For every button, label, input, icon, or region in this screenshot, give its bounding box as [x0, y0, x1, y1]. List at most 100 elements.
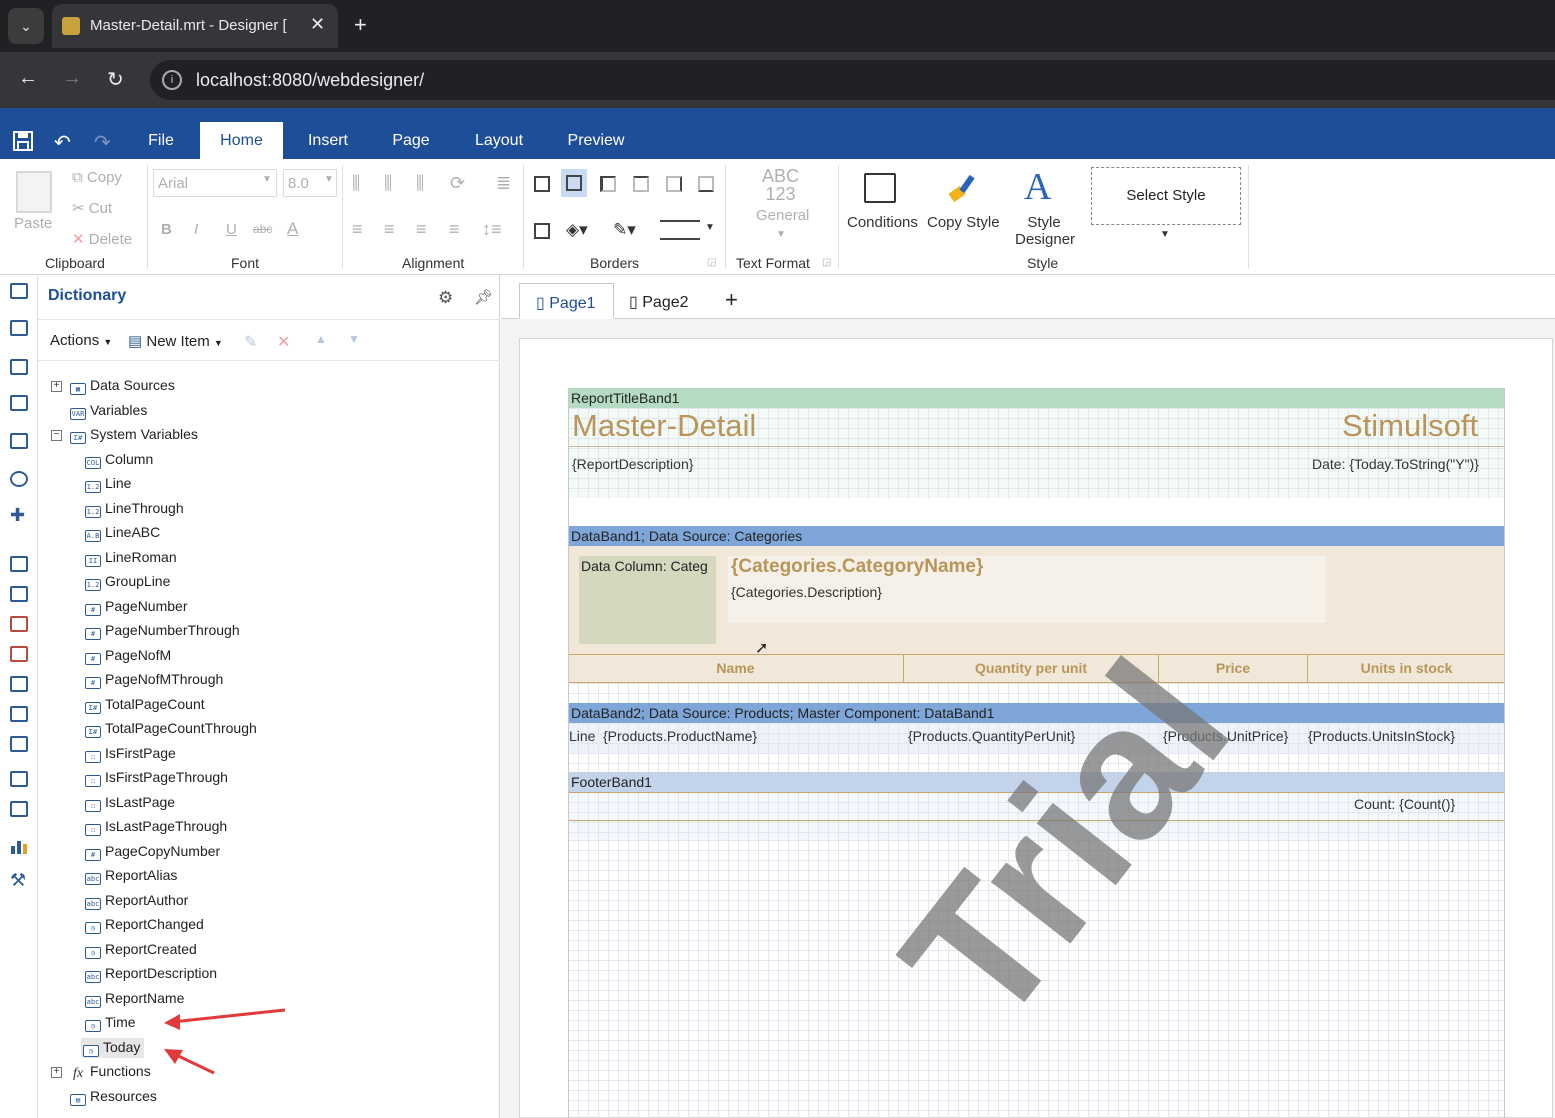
pin-icon[interactable]: 📌︎: [474, 288, 493, 306]
tree-item-linethrough[interactable]: 1.2 LineThrough: [85, 499, 184, 519]
style-designer-button[interactable]: Style Designer: [1015, 214, 1075, 248]
expand-icon[interactable]: +: [51, 1067, 62, 1078]
tree-item-totalpagecountthrough[interactable]: Σ# TotalPageCountThrough: [85, 719, 257, 739]
gear-icon[interactable]: ⚙: [438, 288, 453, 308]
cross-band-icon[interactable]: [10, 433, 28, 449]
border-style-select[interactable]: [660, 220, 700, 240]
tree-item-groupline[interactable]: 1.2 GroupLine: [85, 572, 170, 592]
save-icon[interactable]: [12, 130, 34, 158]
expand-icon[interactable]: +: [51, 381, 62, 392]
dialog-launcher-icon[interactable]: ◲: [822, 257, 831, 268]
font-color-button[interactable]: A: [287, 219, 298, 239]
chevron-down-icon[interactable]: ▼: [1160, 229, 1170, 240]
tab-page[interactable]: Page: [384, 122, 438, 159]
tree-item-line[interactable]: 1.2 Line: [85, 474, 131, 494]
line-spacing-icon[interactable]: ↕≡: [482, 219, 502, 240]
rich-text-icon[interactable]: [10, 586, 28, 602]
category-description-text[interactable]: {Categories.Description}: [731, 584, 882, 600]
tree-item-pagenofmthrough[interactable]: # PageNofMThrough: [85, 670, 223, 690]
reload-icon[interactable]: ↻: [107, 67, 124, 92]
paste-icon[interactable]: [16, 171, 52, 213]
align-bottom-icon[interactable]: ⫼: [416, 173, 424, 194]
border-color-icon[interactable]: ✎▾: [613, 220, 636, 240]
system-text-icon[interactable]: [10, 646, 28, 662]
tree-item-totalpagecount[interactable]: Σ# TotalPageCount: [85, 695, 205, 715]
chevron-down-icon[interactable]: ▼: [776, 229, 786, 240]
chart-icon[interactable]: [10, 838, 28, 854]
tree-item-variables[interactable]: VAR Variables: [70, 401, 147, 421]
address-url[interactable]: localhost:8080/webdesigner/: [196, 70, 424, 91]
tree-item-reportalias[interactable]: abc ReportAlias: [85, 866, 177, 886]
date-text[interactable]: Date: {Today.ToString("Y")}: [1312, 456, 1479, 472]
align-center-icon[interactable]: ≡: [384, 219, 395, 240]
header-band-icon[interactable]: [10, 320, 28, 336]
tab-home[interactable]: Home: [200, 122, 283, 159]
border-all-icon[interactable]: [534, 176, 550, 192]
border-bottom-icon[interactable]: [698, 176, 714, 192]
tree-item-reportauthor[interactable]: abc ReportAuthor: [85, 891, 188, 911]
underline-button[interactable]: U: [226, 221, 237, 238]
rotate-icon[interactable]: ⟳: [450, 173, 465, 194]
text-format-general[interactable]: General: [756, 207, 809, 224]
tree-item-column[interactable]: COL Column: [85, 450, 153, 470]
product-name-field[interactable]: {Products.ProductName}: [603, 728, 757, 744]
site-info-icon[interactable]: i: [162, 70, 182, 90]
word-wrap-icon[interactable]: ≣: [496, 173, 511, 194]
components-icon[interactable]: ✚: [10, 506, 28, 524]
units-in-stock-field[interactable]: {Products.UnitsInStock}: [1308, 728, 1455, 744]
panel-icon[interactable]: [10, 676, 28, 692]
tree-item-reportcreated[interactable]: ◷ ReportCreated: [85, 940, 197, 960]
tree-item-data sources[interactable]: ▦ Data Sources: [70, 376, 175, 396]
align-left-icon[interactable]: ≡: [352, 219, 363, 240]
tree-item-reportchanged[interactable]: ◷ ReportChanged: [85, 915, 204, 935]
tree-item-lineabc[interactable]: A.B LineABC: [85, 523, 160, 543]
bold-button[interactable]: B: [161, 221, 172, 238]
brand-text[interactable]: Stimulsoft: [1342, 408, 1478, 444]
report-description-text[interactable]: {ReportDescription}: [572, 456, 693, 472]
delete-icon[interactable]: ✕: [277, 332, 290, 352]
header-name[interactable]: Name: [568, 655, 904, 683]
align-justify-icon[interactable]: ≡: [449, 219, 460, 240]
close-icon[interactable]: ✕: [310, 14, 325, 35]
header-price[interactable]: Price: [1159, 655, 1308, 683]
tree-item-isfirstpage[interactable]: ☐ IsFirstPage: [85, 744, 176, 764]
report-title-band-icon[interactable]: [10, 283, 28, 299]
border-none-icon[interactable]: [534, 223, 550, 239]
tree-item-time[interactable]: ◷ Time: [85, 1013, 136, 1033]
copy-style-button[interactable]: Copy Style: [927, 214, 1000, 231]
tree-item-lineroman[interactable]: II LineRoman: [85, 548, 177, 568]
header-units[interactable]: Units in stock: [1308, 655, 1505, 683]
move-up-icon[interactable]: ▲: [315, 332, 327, 346]
tree-item-today[interactable]: ◷ Today: [81, 1038, 145, 1058]
border-top-icon[interactable]: [633, 176, 649, 192]
text-box-icon[interactable]: [10, 771, 28, 787]
align-middle-icon[interactable]: ⫼: [384, 173, 392, 194]
select-style-dropdown[interactable]: Select Style: [1091, 167, 1241, 225]
tab-search-button[interactable]: ⌄: [8, 8, 44, 44]
line-field[interactable]: Line: [569, 728, 595, 744]
report-title-band-header[interactable]: ReportTitleBand1: [568, 388, 1505, 408]
cut-button[interactable]: ✂ Cut: [72, 199, 112, 217]
collapse-icon[interactable]: −: [51, 430, 62, 441]
shapes-icon[interactable]: [10, 471, 28, 487]
conditions-button[interactable]: Conditions: [847, 214, 918, 231]
tab-page1[interactable]: ▯ Page1: [519, 283, 614, 319]
actions-menu[interactable]: Actions ▼: [50, 332, 112, 349]
tree-item-system variables[interactable]: Σ# System Variables: [70, 425, 198, 445]
table-icon[interactable]: [10, 736, 28, 752]
strikethrough-button[interactable]: abc: [253, 222, 272, 236]
paste-button[interactable]: Paste: [14, 215, 52, 232]
new-tab-button[interactable]: +: [354, 12, 367, 38]
edit-icon[interactable]: ✎: [244, 332, 257, 352]
align-top-icon[interactable]: ⫼: [352, 173, 360, 194]
dialog-launcher-icon[interactable]: ◲: [707, 257, 716, 268]
tree-item-pagenofm[interactable]: # PageNofM: [85, 646, 171, 666]
redo-icon[interactable]: ↷: [94, 130, 111, 155]
new-item-menu[interactable]: ▤ New Item ▼: [128, 332, 223, 350]
data-band-icon[interactable]: [10, 359, 28, 375]
font-size-select[interactable]: 8.0 ▼: [283, 169, 337, 197]
forward-icon[interactable]: →: [62, 67, 82, 90]
text-in-cells-icon[interactable]: [10, 616, 28, 632]
move-down-icon[interactable]: ▼: [348, 332, 360, 346]
delete-button[interactable]: ✕ Delete: [72, 230, 132, 248]
